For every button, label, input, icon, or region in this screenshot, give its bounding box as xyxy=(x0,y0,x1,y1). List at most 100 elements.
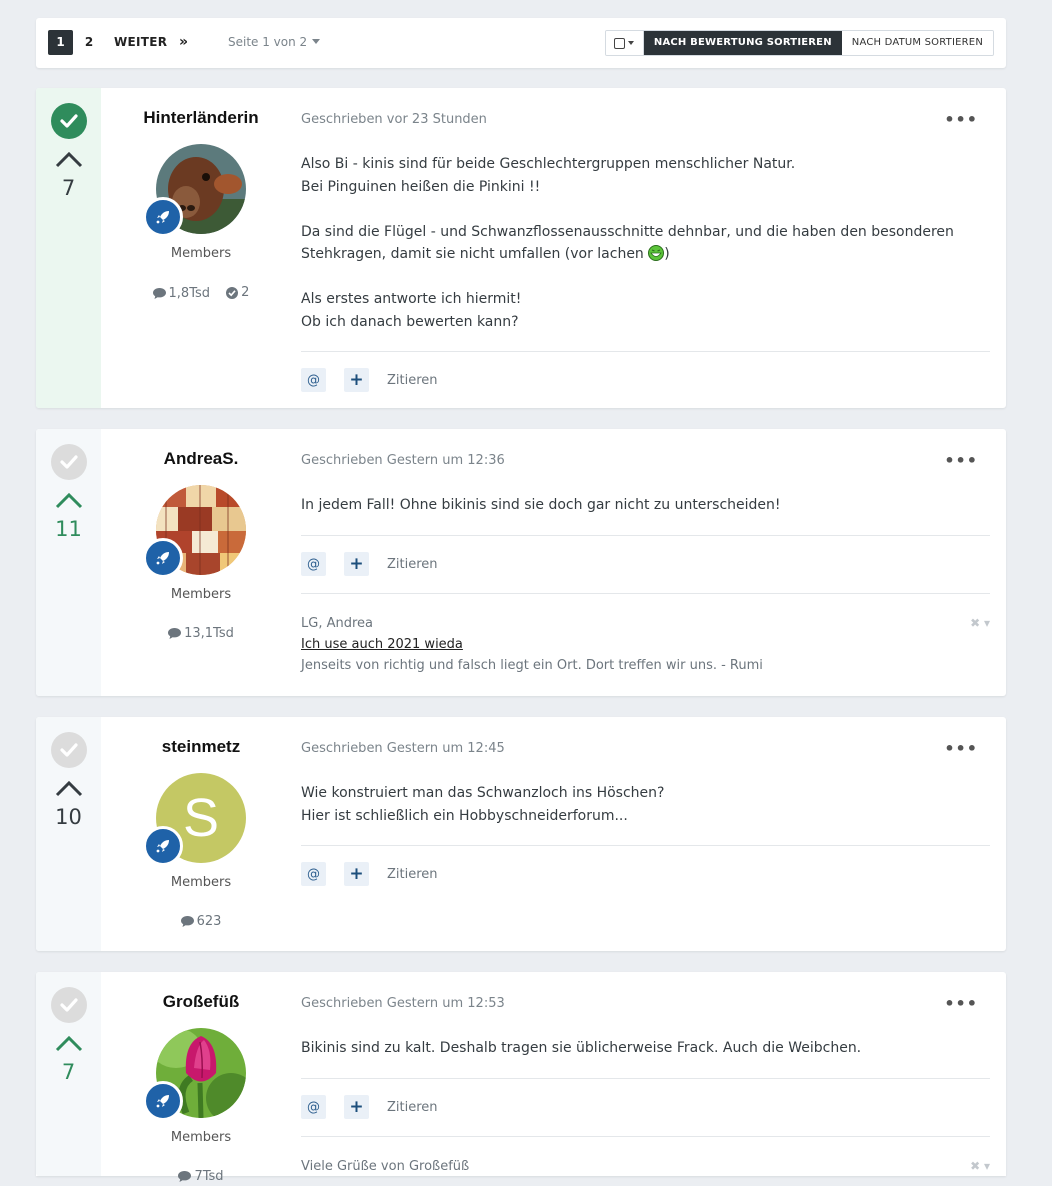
rank-rocket-icon xyxy=(143,197,183,237)
upvote-icon[interactable] xyxy=(54,1034,84,1056)
page-1-button[interactable]: 1 xyxy=(48,30,73,55)
author-name-link[interactable]: AndreaS. xyxy=(101,449,301,469)
mark-solved-check-icon[interactable] xyxy=(51,732,87,768)
post-actions: @ + Zitieren xyxy=(301,1095,438,1119)
quote-button[interactable]: Zitieren xyxy=(387,867,438,882)
author-name-link[interactable]: Hinterländerin xyxy=(101,108,301,128)
post-3: 10 steinmetz S Members 623 Geschrieben G… xyxy=(36,717,1006,951)
multiquote-button[interactable]: + xyxy=(344,862,369,886)
mention-button[interactable]: @ xyxy=(301,368,326,392)
signature-link[interactable]: Ich use auch 2021 wieda xyxy=(301,637,463,652)
signature: LG, Andrea Ich use auch 2021 wieda Jense… xyxy=(301,613,990,676)
signature-line: Viele Grüße von Großefüß xyxy=(301,1159,470,1174)
check-circle-icon xyxy=(226,286,239,299)
vote-column: 10 xyxy=(36,717,101,951)
more-options-icon[interactable]: ••• xyxy=(944,451,978,470)
quote-button[interactable]: Zitieren xyxy=(387,1100,438,1115)
upvote-icon[interactable] xyxy=(54,150,84,172)
sort-by-date-button[interactable]: NACH DATUM SORTIEREN xyxy=(841,31,993,55)
comment-icon xyxy=(180,916,194,927)
divider xyxy=(301,535,990,536)
mention-button[interactable]: @ xyxy=(301,1095,326,1119)
member-group: Members xyxy=(170,1130,232,1145)
multi-select-toggle[interactable] xyxy=(605,31,644,55)
last-page-button[interactable]: » xyxy=(179,30,188,55)
post-text-line: Hier ist schließlich ein Hobbyschneiderf… xyxy=(301,807,628,824)
vote-column: 11 xyxy=(36,429,101,696)
post-body: In jedem Fall! Ohne bikinis sind sie doc… xyxy=(301,494,990,517)
more-options-icon[interactable]: ••• xyxy=(944,994,978,1013)
member-group: Members xyxy=(170,587,232,602)
vote-count: 11 xyxy=(55,517,82,541)
more-options-icon[interactable]: ••• xyxy=(944,110,978,129)
hide-signature-icon[interactable]: ✖ ▾ xyxy=(970,1159,990,1173)
post-count[interactable]: 1,8Tsd xyxy=(152,286,210,301)
post-date[interactable]: Geschrieben Gestern um 12:45 xyxy=(301,741,505,756)
page-jump-dropdown[interactable]: Seite 1 von 2 xyxy=(228,35,321,49)
vote-count: 7 xyxy=(61,176,76,200)
rank-rocket-icon xyxy=(143,826,183,866)
post-text-line: In jedem Fall! Ohne bikinis sind sie doc… xyxy=(301,497,781,513)
post-count[interactable]: 13,1Tsd xyxy=(168,626,234,641)
post-count[interactable]: 7Tsd xyxy=(178,1169,224,1184)
page-info-label: Seite 1 von 2 xyxy=(228,35,308,49)
divider xyxy=(301,1078,990,1079)
member-group: Members xyxy=(170,875,232,890)
post-body: Also Bi - kinis sind für beide Geschlech… xyxy=(301,153,990,333)
divider xyxy=(301,1136,990,1137)
member-group: Members xyxy=(170,246,232,261)
mark-solved-check-icon[interactable] xyxy=(51,987,87,1023)
post-date[interactable]: Geschrieben Gestern um 12:36 xyxy=(301,453,505,468)
comment-icon xyxy=(178,1171,192,1182)
page-2-button[interactable]: 2 xyxy=(79,30,99,55)
pagination-bar: 1 2 WEITER » Seite 1 von 2 NACH BEWERTUN… xyxy=(36,18,1006,68)
divider xyxy=(301,593,990,594)
rank-rocket-icon xyxy=(143,1081,183,1121)
post-4: 7 Großefüß Members 7Tsd Geschrieben Gest… xyxy=(36,972,1006,1184)
mark-solved-check-icon[interactable] xyxy=(51,444,87,480)
next-page-button[interactable]: WEITER xyxy=(114,30,167,55)
post-body: Wie konstruiert man das Schwanzloch ins … xyxy=(301,782,990,827)
multiquote-button[interactable]: + xyxy=(344,368,369,392)
vote-column: 7 xyxy=(36,88,101,408)
mention-button[interactable]: @ xyxy=(301,862,326,886)
mention-button[interactable]: @ xyxy=(301,552,326,576)
vote-column: 7 xyxy=(36,972,101,1176)
multiquote-button[interactable]: + xyxy=(344,552,369,576)
vote-count: 10 xyxy=(55,805,82,829)
quote-button[interactable]: Zitieren xyxy=(387,557,438,572)
divider xyxy=(301,845,990,846)
post-text-line: Bei Pinguinen heißen die Pinkini !! xyxy=(301,178,541,195)
multiquote-button[interactable]: + xyxy=(344,1095,369,1119)
author-name-link[interactable]: Großefüß xyxy=(101,992,301,1012)
sort-by-rating-button[interactable]: NACH BEWERTUNG SORTIEREN xyxy=(643,31,842,55)
solved-check-icon[interactable] xyxy=(51,103,87,139)
divider xyxy=(301,351,990,352)
upvote-icon[interactable] xyxy=(54,491,84,513)
post-actions: @ + Zitieren xyxy=(301,368,438,392)
laughing-emoji-icon xyxy=(648,245,665,261)
upvote-icon[interactable] xyxy=(54,779,84,801)
post-text-line: Also Bi - kinis sind für beide Geschlech… xyxy=(301,156,796,172)
hide-signature-icon[interactable]: ✖ ▾ xyxy=(970,616,990,630)
comment-icon xyxy=(168,628,182,639)
post-date[interactable]: Geschrieben Gestern um 12:53 xyxy=(301,996,505,1011)
author-name-link[interactable]: steinmetz xyxy=(101,737,301,757)
post-text-line: Als erstes antworte ich hiermit! xyxy=(301,291,522,307)
checkbox-icon xyxy=(614,37,626,49)
solutions-count[interactable]: 2 xyxy=(226,285,249,300)
quote-button[interactable]: Zitieren xyxy=(387,373,438,388)
chevron-down-icon xyxy=(628,41,635,45)
signature-line: Jenseits von richtig und falsch liegt ei… xyxy=(301,658,763,673)
post-actions: @ + Zitieren xyxy=(301,552,438,576)
author-stats: 13,1Tsd xyxy=(101,626,301,643)
post-text-line: Da sind die Flügel - und Schwanzflossena… xyxy=(301,223,954,240)
author-stats: 7Tsd xyxy=(101,1169,301,1186)
post-text-line: Wie konstruiert man das Schwanzloch ins … xyxy=(301,785,665,801)
post-actions: @ + Zitieren xyxy=(301,862,438,886)
author-stats: 623 xyxy=(101,914,301,931)
post-date[interactable]: Geschrieben vor 23 Stunden xyxy=(301,112,487,127)
post-count[interactable]: 623 xyxy=(180,914,221,929)
signature-line: LG, Andrea xyxy=(301,616,373,631)
more-options-icon[interactable]: ••• xyxy=(944,739,978,758)
